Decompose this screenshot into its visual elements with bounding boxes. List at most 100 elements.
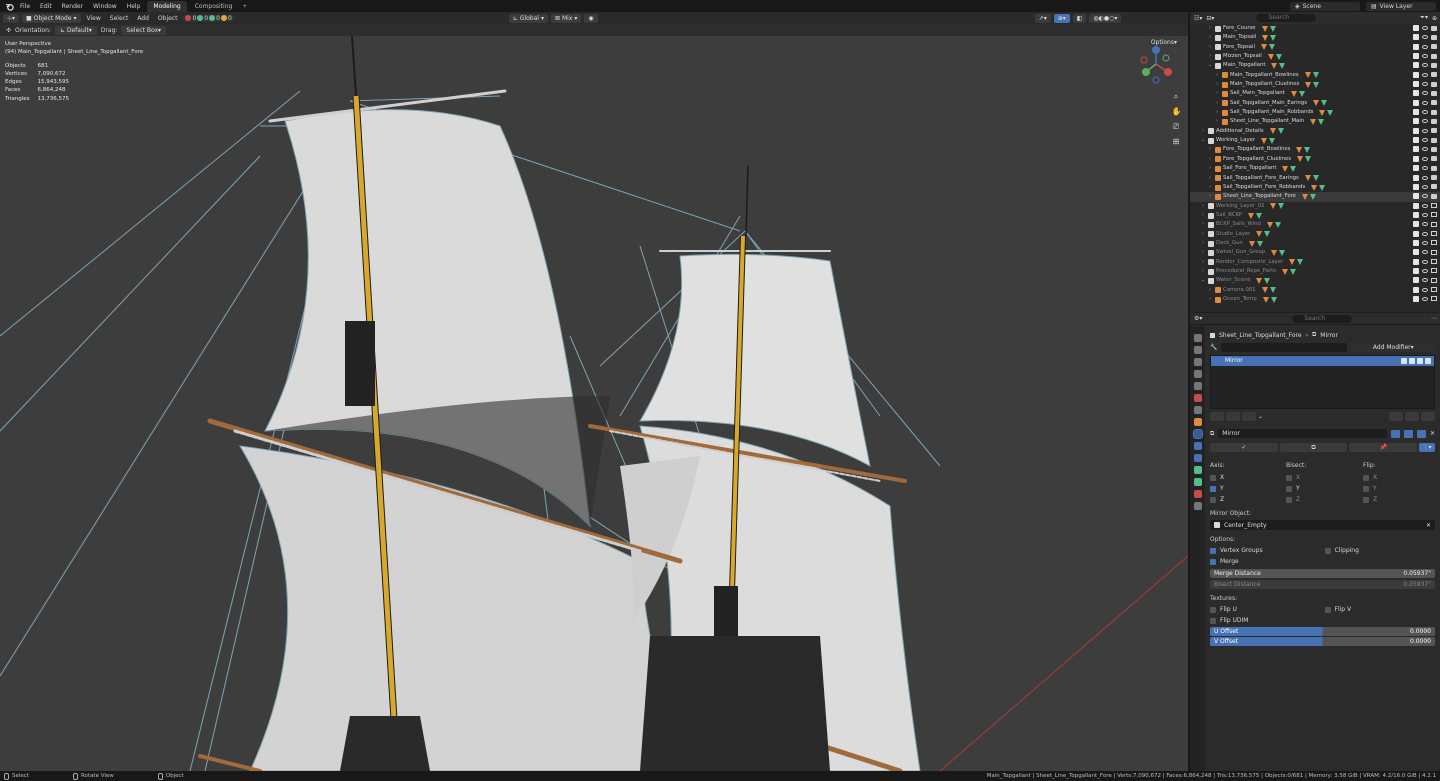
modifier-icon[interactable] [1248,240,1255,247]
flip-v-checkbox[interactable]: Flip V [1324,606,1436,613]
chevron-right-icon[interactable]: › [1200,239,1206,248]
exclude-checkbox[interactable] [1413,43,1419,50]
mesh-data-icon[interactable] [1264,277,1271,284]
flip-udim-checkbox[interactable]: Flip UDIM [1210,617,1324,624]
chevron-right-icon[interactable]: › [1207,145,1213,154]
modifier-tab-icon[interactable] [1192,429,1203,439]
camera-view-icon[interactable]: ⎚ [1172,122,1181,131]
duplicate-button[interactable]: ⧉ [1279,443,1348,452]
camera-icon[interactable] [1431,175,1437,180]
monitor-icon[interactable] [1431,287,1437,293]
eye-icon[interactable] [1422,63,1428,68]
modifier-icon[interactable] [1269,128,1276,135]
outliner-row[interactable]: ⌄ Water_Scene [1190,276,1440,285]
exclude-checkbox[interactable] [1413,155,1419,162]
outliner-row[interactable]: ⌄ Main_Topgallant [1190,61,1440,70]
xray-toggle-button[interactable]: ◧ [1072,13,1087,23]
eye-icon[interactable] [1422,72,1428,77]
mesh-data-icon[interactable] [1318,119,1325,126]
modifier-list-item[interactable]: Mirror [1211,356,1434,366]
flip-u-checkbox[interactable]: Flip U [1210,606,1321,613]
add-workspace-icon[interactable]: + [238,3,251,10]
camera-icon[interactable] [1431,193,1437,199]
bisect-z-checkbox[interactable]: Z [1286,495,1363,504]
modifier-icon[interactable] [1304,72,1311,79]
modifier-name-field[interactable]: Mirror [1218,429,1387,438]
modifier-filter-field[interactable] [1221,343,1348,352]
modifier-icon[interactable] [1248,212,1255,219]
3d-viewport[interactable]: ⊹▾ ■ Object Mode ▾ View Select Add Object … [0,12,1188,771]
clipping-checkbox[interactable]: Clipping [1324,547,1436,554]
render-tab-icon[interactable] [1193,346,1202,354]
eye-icon[interactable] [1422,184,1428,189]
exclude-checkbox[interactable] [1413,221,1419,228]
outliner-row[interactable]: › Sail_Topgallant_Main_Earings [1190,99,1440,108]
exclude-checkbox[interactable] [1413,258,1419,265]
modifier-icon[interactable] [1282,165,1289,172]
pivot-dropdown[interactable]: ⊠ Mix ▾ [550,13,582,23]
copy-icon[interactable] [1210,412,1224,421]
mesh-data-icon[interactable] [1327,109,1334,116]
camera-icon[interactable] [1431,118,1437,124]
modifier-icon[interactable] [1256,277,1263,284]
outliner-row[interactable]: › Sail_Main_Topgallant [1190,89,1440,98]
exclude-checkbox[interactable] [1413,137,1419,144]
menu-select[interactable]: Select [107,15,132,22]
exclude-checkbox[interactable] [1413,165,1419,172]
modifier-icon[interactable] [1261,25,1268,32]
camera-icon[interactable] [1431,165,1437,171]
camera-icon[interactable] [1431,109,1437,115]
exclude-checkbox[interactable] [1413,118,1419,125]
outliner-row[interactable]: › Additional_Details [1190,127,1440,136]
eye-icon[interactable] [1422,138,1428,143]
ship-scene-render[interactable] [0,36,1188,771]
camera-icon[interactable] [1431,146,1437,152]
monitor-icon[interactable] [1431,259,1437,265]
chevron-right-icon[interactable]: › [1200,248,1206,257]
menu-render[interactable]: Render [57,3,88,10]
outliner-row[interactable]: › Procedural_Rope_Parts [1190,267,1440,276]
outliner-row[interactable]: › Ocean_Temp [1190,295,1440,304]
particles-tab-icon[interactable] [1193,442,1202,450]
chevron-down-icon[interactable]: ⌄ [1200,136,1206,145]
object-mode-dropdown[interactable]: ■ Object Mode ▾ [22,13,81,23]
exclude-checkbox[interactable] [1413,183,1419,190]
eye-icon[interactable] [1422,91,1428,96]
zoom-icon[interactable]: ⌕ [1172,92,1181,101]
eye-icon[interactable] [1422,147,1428,152]
exclude-checkbox[interactable] [1413,53,1419,60]
remove-icon[interactable] [1242,412,1256,421]
mesh-data-icon[interactable] [1275,53,1282,60]
exclude-checkbox[interactable] [1413,34,1419,41]
mesh-data-icon[interactable] [1278,203,1285,210]
bisect-x-checkbox[interactable]: X [1286,473,1363,482]
exclude-checkbox[interactable] [1413,230,1419,237]
chevron-right-icon[interactable]: › [1200,127,1206,136]
eye-icon[interactable] [1422,82,1428,87]
mesh-data-icon[interactable] [1277,128,1284,135]
camera-icon[interactable] [1431,62,1437,68]
outliner-row[interactable]: ⌄ Working_Layer [1190,136,1440,145]
outliner-row[interactable]: › Sail_Topgallant_Fore_Earings [1190,174,1440,183]
camera-icon[interactable] [1431,34,1437,40]
eye-icon[interactable] [1422,194,1428,199]
camera-icon[interactable] [1401,358,1407,364]
exclude-checkbox[interactable] [1413,81,1419,88]
v-offset-field[interactable]: V Offset 0.0000 [1210,637,1435,646]
exclude-checkbox[interactable] [1413,25,1419,31]
modifier-icon[interactable] [1311,184,1318,191]
chevron-right-icon[interactable]: › [1207,24,1213,33]
exclude-checkbox[interactable] [1413,239,1419,246]
chevron-right-icon[interactable]: › [1207,183,1213,192]
monitor-icon[interactable] [1431,212,1437,218]
apply-icon[interactable] [1226,412,1240,421]
menu-object[interactable]: Object [155,15,181,22]
modifier-icon[interactable] [1262,35,1269,42]
exclude-checkbox[interactable] [1413,109,1419,116]
eye-icon[interactable] [1422,26,1428,30]
mesh-data-icon[interactable] [1269,25,1276,32]
mesh-data-icon[interactable] [1279,63,1286,70]
eye-icon[interactable] [1422,203,1428,208]
camera-icon[interactable] [1431,128,1437,134]
chevron-right-icon[interactable]: › [1214,117,1220,126]
